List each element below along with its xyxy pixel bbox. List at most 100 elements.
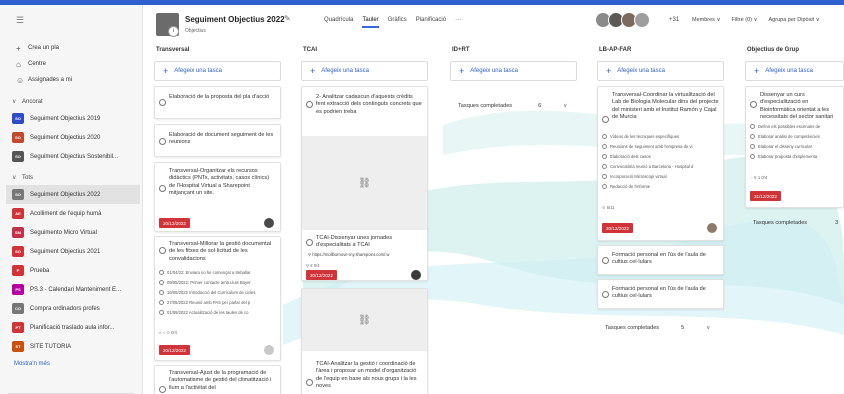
checklist-item[interactable]: Elaborar el disseny curricular [750,144,839,150]
complete-checkbox[interactable] [159,185,166,192]
task-card[interactable]: Dissenyar un curs d'especialització en B… [745,86,844,208]
sidebar-plan-item[interactable]: SO Seguiment Objectius 2021 [6,242,140,261]
sidebar-plan-item[interactable]: ST SITE TUTORIA [6,337,140,356]
checklist-item[interactable]: 01/04/22: Enviara no he començat a treba… [159,270,276,276]
tab-schedule[interactable]: Planificació [416,17,446,28]
complete-checkbox[interactable] [306,101,313,108]
sidebar-plan-item[interactable]: SM Seguimento Micro Virtual [6,223,140,242]
sidebar-plan-item[interactable]: SO Seguiment Objectius 2022 [6,185,140,204]
assignee-avatar[interactable] [264,345,274,355]
link-preview-image[interactable]: ⛓ [302,136,427,230]
due-date-badge[interactable]: 20/12/2022 [306,270,337,280]
assignee-avatar[interactable] [411,270,421,280]
checklist-item[interactable]: Incorporació Microscopi virtual [602,174,719,180]
bucket-title-transversal[interactable]: Transversal [156,47,189,53]
checklist-item[interactable]: 01/09/2022 Actualització de les taules d… [159,310,276,316]
add-task-button[interactable]: + Afegeix una tasca [745,61,844,81]
task-title: Formació personal en l'ús de l'aula de c… [612,252,706,266]
assignee-avatar[interactable] [264,218,274,228]
sidebar-plan-item[interactable]: P Prueba [6,261,140,280]
complete-checkbox[interactable] [159,138,166,145]
checklist-item[interactable]: Definir els possibles escenaris de [750,124,839,130]
sidebar-item-hub[interactable]: ⌂ Centre [6,56,140,72]
task-card[interactable]: Transversal-Ajust de la programació de l… [154,365,281,394]
complete-checkbox[interactable] [602,116,609,123]
members-filter[interactable]: Membres ∨ [692,17,720,23]
completed-tasks-toggle[interactable]: Tasques completades 6 ∨ [458,103,567,109]
task-card[interactable]: Transversal-Millorar la gestió documenta… [154,236,281,361]
bucket-title-lb-ap-far[interactable]: LB-AP-FAR [599,47,631,53]
sidebar-plan-item[interactable]: SO Seguiment Objectius 2020 [6,128,140,147]
task-card[interactable]: Transversal-Coordinar la virtualització … [597,86,724,241]
sidebar-plan-item[interactable]: PS PS.3 - Calendari Manteniment E... [6,280,140,299]
bucket-title-tcai[interactable]: TCAI [303,47,317,53]
checklist-item[interactable]: Elaborar proposta d'implementa [750,154,839,160]
tab-grid[interactable]: Quadrícula [324,17,353,28]
checklist-item[interactable]: Convocatòria reunió a Barcelona - Hospit… [602,164,719,170]
add-task-button[interactable]: + Afegeix una tasca [154,61,281,81]
add-task-button[interactable]: + Afegeix una tasca [597,61,724,81]
add-task-button[interactable]: + Afegeix una tasca [301,61,428,81]
more-views-icon[interactable]: ··· [455,17,461,28]
attachment-link[interactable]: ⚲ https://mollbornove-my.sharepoint.com/… [308,252,423,257]
pinned-section-header[interactable]: ∨ Ancorat [6,94,140,109]
task-card[interactable]: Elaboració de la proposta del pla d'acci… [154,86,281,119]
checklist-item[interactable]: Elaboració dels casos [602,154,719,160]
bucket-title-group-goals[interactable]: Objectius de Grup [747,47,799,53]
task-card[interactable]: Formació personal en l'ús de l'aula de c… [597,279,724,309]
due-date-badge[interactable]: 20/12/2022 [159,218,190,228]
sidebar-item-create-plan[interactable]: + Crea un pla [6,40,140,56]
checklist-item[interactable]: Redacció de l'informe [602,184,719,190]
sidebar-plan-item[interactable]: PT Planificació traslado aula infor... [6,318,140,337]
complete-checkbox[interactable] [159,99,166,106]
checklist-item[interactable]: Reunions de seguiment amb l'empresa de v… [602,144,719,150]
group-by-button[interactable]: Agrupa per Dipòsit ∨ [769,17,820,23]
assignee-avatar[interactable] [707,223,717,233]
member-avatars[interactable] [595,12,650,28]
task-title: Transversal-Millorar la gestió documenta… [169,241,272,262]
sidebar-plan-item[interactable]: SO Seguiment Objectius 2019 [6,109,140,128]
sidebar-plan-item[interactable]: AE Acolliment de l'equip humà [6,204,140,223]
task-card[interactable]: Formació personal en l'ús de l'aula de c… [597,245,724,275]
checklist-item[interactable]: 16/05/2022 Introducció del Currículum de… [159,290,276,296]
due-date-badge[interactable]: 31/12/2022 [750,191,781,201]
complete-checkbox[interactable] [306,239,313,246]
filter-button[interactable]: Filtre (0) ∨ [731,17,757,23]
tab-board[interactable]: Tauler [362,17,379,28]
member-count[interactable]: +31 [669,17,679,23]
complete-checkbox[interactable] [602,257,609,264]
task-card[interactable]: ⛓ TCAI-Analitzar la gestió i coordinació… [301,288,428,394]
add-task-button[interactable]: + Afegeix una tasca [450,61,577,81]
checklist-item[interactable]: Vídeos de les tècniques específiques [602,134,719,140]
checklist-item[interactable]: 09/05/2022: Primer contacte amb Lluis Ba… [159,280,276,286]
bucket-title-id-rt[interactable]: ID+RT [452,47,470,53]
complete-checkbox[interactable] [306,379,313,386]
edit-pencil-icon[interactable]: ✎ [284,14,291,23]
task-card[interactable]: 2- Analitzar cadascun d'aquests crèdits … [301,86,428,281]
complete-checkbox[interactable] [602,291,609,298]
completed-tasks-toggle[interactable]: Tasques completades 3 [753,220,838,226]
completed-tasks-toggle[interactable]: Tasques completades 5 ∨ [605,325,710,331]
complete-checkbox[interactable] [750,101,757,108]
checklist-item[interactable]: Elaborar anàlisi de competències [750,134,839,140]
sidebar-plan-item[interactable]: CO Compra ordinadors profes [6,299,140,318]
all-section-header[interactable]: ∨ Tots [6,170,140,185]
info-badge[interactable]: i [168,26,179,37]
checklist-item[interactable]: 27/05/2022 Reunió amb PAS per parlar del… [159,300,276,306]
sidebar-plan-item[interactable]: SO Seguiment Objectius Sostenibil... [6,147,140,166]
complete-checkbox[interactable] [159,386,166,393]
due-date-badge[interactable]: 20/12/2022 [602,223,633,233]
sidebar-item-assigned[interactable]: ☺ Assignades a mi [6,72,140,88]
link-preview-image[interactable]: ⛓ [302,289,427,351]
avatar[interactable] [634,12,650,28]
attachment-icon: ⚲ [753,175,757,180]
task-card[interactable]: Elaboració de document seguiment de les … [154,124,281,157]
due-date-badge[interactable]: 20/12/2022 [159,345,190,355]
show-more-link[interactable]: Mostra'n més [6,361,140,367]
plan-header: i Seguiment Objectius 2022 Objectius ✎ Q… [143,5,844,39]
chevron-down-icon: ∨ [12,175,17,181]
tab-charts[interactable]: Gràfics [388,17,407,28]
complete-checkbox[interactable] [159,247,166,254]
hamburger-icon[interactable]: ☰ [16,15,24,26]
task-card[interactable]: Transversal-Organitzar els recursos didà… [154,162,281,232]
